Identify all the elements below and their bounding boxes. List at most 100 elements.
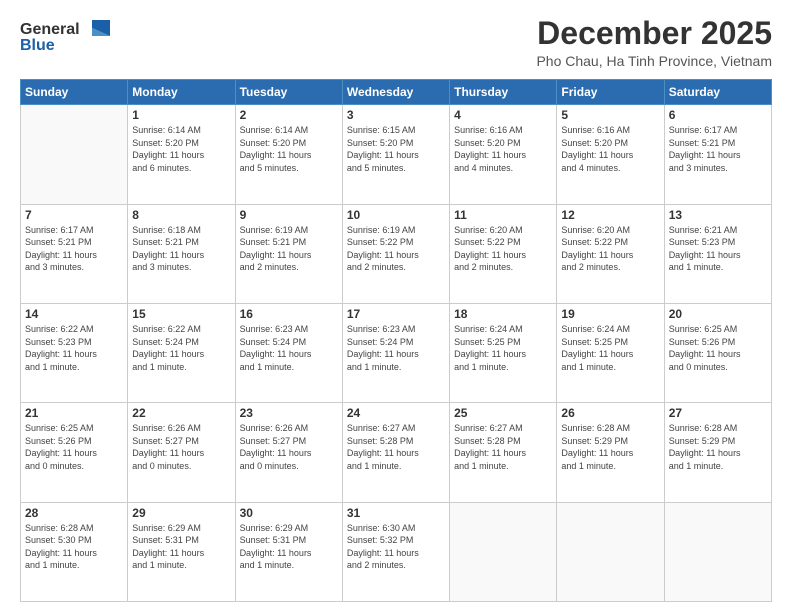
day-info: Sunrise: 6:24 AMSunset: 5:25 PMDaylight:… <box>561 323 659 373</box>
day-number: 6 <box>669 108 767 122</box>
day-info: Sunrise: 6:30 AMSunset: 5:32 PMDaylight:… <box>347 522 445 572</box>
day-info: Sunrise: 6:18 AMSunset: 5:21 PMDaylight:… <box>132 224 230 274</box>
weekday-thursday: Thursday <box>450 80 557 105</box>
day-info: Sunrise: 6:25 AMSunset: 5:26 PMDaylight:… <box>25 422 123 472</box>
day-info: Sunrise: 6:20 AMSunset: 5:22 PMDaylight:… <box>561 224 659 274</box>
logo: General Blue <box>20 16 110 58</box>
calendar-cell: 24Sunrise: 6:27 AMSunset: 5:28 PMDayligh… <box>342 403 449 502</box>
day-number: 21 <box>25 406 123 420</box>
day-info: Sunrise: 6:14 AMSunset: 5:20 PMDaylight:… <box>240 124 338 174</box>
calendar-cell: 15Sunrise: 6:22 AMSunset: 5:24 PMDayligh… <box>128 303 235 402</box>
day-info: Sunrise: 6:25 AMSunset: 5:26 PMDaylight:… <box>669 323 767 373</box>
day-info: Sunrise: 6:21 AMSunset: 5:23 PMDaylight:… <box>669 224 767 274</box>
calendar-cell: 2Sunrise: 6:14 AMSunset: 5:20 PMDaylight… <box>235 105 342 204</box>
day-number: 3 <box>347 108 445 122</box>
calendar-cell: 7 Sunrise: 6:17 AMSunset: 5:21 PMDaylight… <box>21 204 128 303</box>
calendar-cell: 29Sunrise: 6:29 AMSunset: 5:31 PMDayligh… <box>128 502 235 601</box>
day-info: Sunrise: 6:23 AMSunset: 5:24 PMDaylight:… <box>240 323 338 373</box>
weekday-friday: Friday <box>557 80 664 105</box>
header: General Blue December 2025 Pho Chau, Ha … <box>20 16 772 69</box>
calendar-cell: 8 Sunrise: 6:18 AMSunset: 5:21 PMDaylight… <box>128 204 235 303</box>
day-info: Sunrise: 6:24 AMSunset: 5:25 PMDaylight:… <box>454 323 552 373</box>
day-number: 11 <box>454 208 552 222</box>
day-info: Sunrise: 6:17 AMSunset: 5:21 PMDaylight:… <box>25 224 123 274</box>
weekday-saturday: Saturday <box>664 80 771 105</box>
day-info: Sunrise: 6:20 AMSunset: 5:22 PMDaylight:… <box>454 224 552 274</box>
day-number: 7 <box>25 208 123 222</box>
day-info: Sunrise: 6:26 AMSunset: 5:27 PMDaylight:… <box>240 422 338 472</box>
calendar-cell: 28 Sunrise: 6:28 AMSunset: 5:30 PMDayligh… <box>21 502 128 601</box>
day-number: 20 <box>669 307 767 321</box>
day-info: Sunrise: 6:22 AMSunset: 5:24 PMDaylight:… <box>132 323 230 373</box>
day-number: 28 <box>25 506 123 520</box>
day-number: 29 <box>132 506 230 520</box>
day-info: Sunrise: 6:27 AMSunset: 5:28 PMDaylight:… <box>454 422 552 472</box>
day-info: Sunrise: 6:17 AMSunset: 5:21 PMDaylight:… <box>669 124 767 174</box>
day-info: Sunrise: 6:19 AMSunset: 5:22 PMDaylight:… <box>347 224 445 274</box>
calendar-cell <box>21 105 128 204</box>
day-number: 16 <box>240 307 338 321</box>
day-number: 25 <box>454 406 552 420</box>
day-info: Sunrise: 6:28 AMSunset: 5:29 PMDaylight:… <box>669 422 767 472</box>
day-number: 1 <box>132 108 230 122</box>
calendar-cell: 4 Sunrise: 6:16 AMSunset: 5:20 PMDaylight… <box>450 105 557 204</box>
day-number: 10 <box>347 208 445 222</box>
day-number: 4 <box>454 108 552 122</box>
day-info: Sunrise: 6:19 AMSunset: 5:21 PMDaylight:… <box>240 224 338 274</box>
day-info: Sunrise: 6:28 AMSunset: 5:30 PMDaylight:… <box>25 522 123 572</box>
calendar-table: SundayMondayTuesdayWednesdayThursdayFrid… <box>20 79 772 602</box>
weekday-tuesday: Tuesday <box>235 80 342 105</box>
calendar-cell: 23 Sunrise: 6:26 AMSunset: 5:27 PMDayligh… <box>235 403 342 502</box>
calendar-cell <box>664 502 771 601</box>
calendar-cell: 11 Sunrise: 6:20 AMSunset: 5:22 PMDayligh… <box>450 204 557 303</box>
day-number: 18 <box>454 307 552 321</box>
day-number: 5 <box>561 108 659 122</box>
week-row-2: 14 Sunrise: 6:22 AMSunset: 5:23 PMDayligh… <box>21 303 772 402</box>
day-info: Sunrise: 6:16 AMSunset: 5:20 PMDaylight:… <box>454 124 552 174</box>
day-number: 14 <box>25 307 123 321</box>
calendar-cell: 21 Sunrise: 6:25 AMSunset: 5:26 PMDayligh… <box>21 403 128 502</box>
calendar-cell: 6 Sunrise: 6:17 AMSunset: 5:21 PMDaylight… <box>664 105 771 204</box>
day-number: 8 <box>132 208 230 222</box>
calendar-cell: 13Sunrise: 6:21 AMSunset: 5:23 PMDayligh… <box>664 204 771 303</box>
week-row-1: 7 Sunrise: 6:17 AMSunset: 5:21 PMDaylight… <box>21 204 772 303</box>
day-number: 23 <box>240 406 338 420</box>
day-info: Sunrise: 6:23 AMSunset: 5:24 PMDaylight:… <box>347 323 445 373</box>
calendar-cell <box>557 502 664 601</box>
day-number: 31 <box>347 506 445 520</box>
calendar-cell: 19Sunrise: 6:24 AMSunset: 5:25 PMDayligh… <box>557 303 664 402</box>
weekday-monday: Monday <box>128 80 235 105</box>
day-info: Sunrise: 6:22 AMSunset: 5:23 PMDaylight:… <box>25 323 123 373</box>
calendar-cell: 5Sunrise: 6:16 AMSunset: 5:20 PMDaylight… <box>557 105 664 204</box>
location: Pho Chau, Ha Tinh Province, Vietnam <box>536 53 772 69</box>
month-title: December 2025 <box>536 16 772 51</box>
title-block: December 2025 Pho Chau, Ha Tinh Province… <box>536 16 772 69</box>
calendar-cell <box>450 502 557 601</box>
calendar-cell: 18 Sunrise: 6:24 AMSunset: 5:25 PMDayligh… <box>450 303 557 402</box>
logo-svg: General Blue <box>20 16 110 58</box>
calendar-cell: 17 Sunrise: 6:23 AMSunset: 5:24 PMDayligh… <box>342 303 449 402</box>
day-number: 17 <box>347 307 445 321</box>
calendar-cell: 1 Sunrise: 6:14 AMSunset: 5:20 PMDaylight… <box>128 105 235 204</box>
calendar-cell: 25 Sunrise: 6:27 AMSunset: 5:28 PMDayligh… <box>450 403 557 502</box>
day-number: 30 <box>240 506 338 520</box>
calendar-cell: 26 Sunrise: 6:28 AMSunset: 5:29 PMDayligh… <box>557 403 664 502</box>
calendar-cell: 10 Sunrise: 6:19 AMSunset: 5:22 PMDayligh… <box>342 204 449 303</box>
svg-text:Blue: Blue <box>20 37 55 54</box>
svg-text:General: General <box>20 21 80 38</box>
weekday-wednesday: Wednesday <box>342 80 449 105</box>
calendar-cell: 14 Sunrise: 6:22 AMSunset: 5:23 PMDayligh… <box>21 303 128 402</box>
calendar-cell: 12Sunrise: 6:20 AMSunset: 5:22 PMDayligh… <box>557 204 664 303</box>
day-info: Sunrise: 6:15 AMSunset: 5:20 PMDaylight:… <box>347 124 445 174</box>
calendar-cell: 22Sunrise: 6:26 AMSunset: 5:27 PMDayligh… <box>128 403 235 502</box>
day-number: 26 <box>561 406 659 420</box>
calendar-cell: 20 Sunrise: 6:25 AMSunset: 5:26 PMDayligh… <box>664 303 771 402</box>
week-row-3: 21 Sunrise: 6:25 AMSunset: 5:26 PMDayligh… <box>21 403 772 502</box>
calendar-cell: 16 Sunrise: 6:23 AMSunset: 5:24 PMDayligh… <box>235 303 342 402</box>
day-number: 22 <box>132 406 230 420</box>
day-info: Sunrise: 6:28 AMSunset: 5:29 PMDaylight:… <box>561 422 659 472</box>
calendar-cell: 27Sunrise: 6:28 AMSunset: 5:29 PMDayligh… <box>664 403 771 502</box>
calendar-cell: 30Sunrise: 6:29 AMSunset: 5:31 PMDayligh… <box>235 502 342 601</box>
day-info: Sunrise: 6:14 AMSunset: 5:20 PMDaylight:… <box>132 124 230 174</box>
day-number: 9 <box>240 208 338 222</box>
